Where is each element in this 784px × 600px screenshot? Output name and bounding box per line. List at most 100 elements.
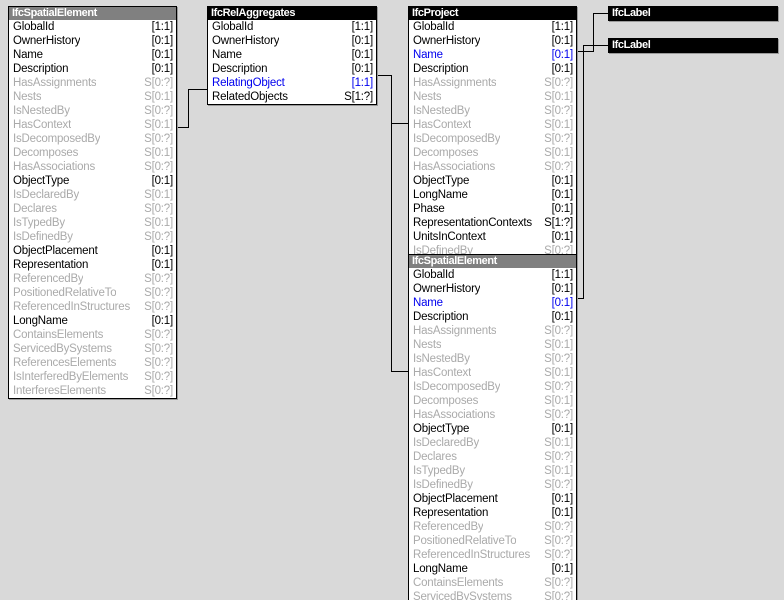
attribute-list-project: GlobalId [1:1] OwnerHistory [0:1] Name [0:1] D… bbox=[409, 20, 576, 272]
attribute-row[interactable]: UnitsInContext [0:1] bbox=[409, 230, 576, 244]
attribute-name: ReferencedBy bbox=[13, 273, 84, 285]
attribute-row[interactable]: ObjectType [0:1] bbox=[409, 174, 576, 188]
attribute-row[interactable]: HasAssociations S[0:?] bbox=[409, 408, 576, 422]
entity-box-project[interactable]: IfcProject GlobalId [1:1] OwnerHistory [0:1… bbox=[408, 6, 577, 273]
attribute-cardinality: S[0:?] bbox=[144, 343, 173, 355]
attribute-row[interactable]: OwnerHistory [0:1] bbox=[208, 34, 376, 48]
attribute-row[interactable]: ServicedBySystems S[0:?] bbox=[9, 342, 176, 356]
entity-box-rel-aggregates[interactable]: IfcRelAggregates GlobalId [1:1] OwnerHisto… bbox=[207, 6, 377, 105]
attribute-row[interactable]: LongName [0:1] bbox=[9, 314, 176, 328]
attribute-row[interactable]: IsNestedBy S[0:?] bbox=[409, 352, 576, 366]
attribute-name: IsDecomposedBy bbox=[413, 381, 501, 393]
attribute-row[interactable]: HasAssociations S[0:?] bbox=[9, 160, 176, 174]
attribute-name: LongName bbox=[13, 315, 68, 327]
attribute-cardinality: [0:1] bbox=[151, 245, 174, 257]
attribute-row[interactable]: HasAssignments S[0:?] bbox=[9, 76, 176, 90]
attribute-row[interactable]: Nests S[0:1] bbox=[409, 90, 576, 104]
attribute-row[interactable]: ReferencedBy S[0:?] bbox=[409, 520, 576, 534]
attribute-row[interactable]: GlobalId [1:1] bbox=[409, 20, 576, 34]
attribute-row[interactable]: IsDefinedBy S[0:?] bbox=[9, 230, 176, 244]
connector-name-project-h bbox=[577, 51, 594, 52]
attribute-row[interactable]: Name [0:1] bbox=[409, 48, 576, 62]
attribute-row[interactable]: ReferencedInStructures S[0:?] bbox=[9, 300, 176, 314]
attribute-name: GlobalId bbox=[212, 21, 254, 33]
attribute-name: HasAssignments bbox=[13, 77, 97, 89]
attribute-row[interactable]: Declares S[0:?] bbox=[409, 450, 576, 464]
attribute-row[interactable]: Nests S[0:1] bbox=[409, 338, 576, 352]
attribute-row[interactable]: IsNestedBy S[0:?] bbox=[9, 104, 176, 118]
attribute-name: Declares bbox=[13, 203, 57, 215]
attribute-row[interactable]: HasAssociations S[0:?] bbox=[409, 160, 576, 174]
attribute-row[interactable]: PositionedRelativeTo S[0:?] bbox=[9, 286, 176, 300]
attribute-row[interactable]: GlobalId [1:1] bbox=[409, 268, 576, 282]
attribute-row[interactable]: GlobalId [1:1] bbox=[9, 20, 176, 34]
attribute-row[interactable]: IsDeclaredBy S[0:1] bbox=[409, 436, 576, 450]
attribute-cardinality: S[0:?] bbox=[544, 451, 573, 463]
attribute-row[interactable]: ObjectType [0:1] bbox=[409, 422, 576, 436]
attribute-row[interactable]: IsTypedBy S[0:1] bbox=[409, 464, 576, 478]
attribute-row[interactable]: HasContext S[0:1] bbox=[409, 118, 576, 132]
entity-box-spatial-element-bottom[interactable]: IfcSpatialElement GlobalId [1:1] OwnerHist… bbox=[408, 254, 577, 600]
attribute-row[interactable]: Name [0:1] bbox=[9, 48, 176, 62]
attribute-row[interactable]: ObjectPlacement [0:1] bbox=[9, 244, 176, 258]
attribute-row[interactable]: Declares S[0:?] bbox=[9, 202, 176, 216]
attribute-row[interactable]: ReferencedBy S[0:?] bbox=[9, 272, 176, 286]
attribute-row[interactable]: ObjectPlacement [0:1] bbox=[409, 492, 576, 506]
attribute-name: ReferencesElements bbox=[13, 357, 117, 369]
attribute-row[interactable]: Phase [0:1] bbox=[409, 202, 576, 216]
attribute-row[interactable]: Representation [0:1] bbox=[9, 258, 176, 272]
attribute-name: ServicedBySystems bbox=[13, 343, 112, 355]
attribute-row[interactable]: ContainsElements S[0:?] bbox=[9, 328, 176, 342]
attribute-row[interactable]: HasAssignments S[0:?] bbox=[409, 76, 576, 90]
attribute-row[interactable]: Description [0:1] bbox=[409, 310, 576, 324]
attribute-row[interactable]: ReferencedInStructures S[0:?] bbox=[409, 548, 576, 562]
attribute-row[interactable]: PositionedRelativeTo S[0:?] bbox=[409, 534, 576, 548]
entity-box-label-bottom[interactable]: IfcLabel bbox=[608, 38, 778, 53]
entity-box-spatial-element-left[interactable]: IfcSpatialElement GlobalId [1:1] OwnerHist… bbox=[8, 6, 177, 399]
attribute-row[interactable]: Description [0:1] bbox=[409, 62, 576, 76]
attribute-cardinality: S[0:?] bbox=[544, 409, 573, 421]
attribute-row[interactable]: Nests S[0:1] bbox=[9, 90, 176, 104]
attribute-row[interactable]: ReferencesElements S[0:?] bbox=[9, 356, 176, 370]
attribute-cardinality: [0:1] bbox=[551, 507, 574, 519]
attribute-row[interactable]: OwnerHistory [0:1] bbox=[409, 282, 576, 296]
attribute-row[interactable]: ServicedBySystems S[0:?] bbox=[409, 590, 576, 600]
attribute-row[interactable]: Description [0:1] bbox=[208, 62, 376, 76]
attribute-row[interactable]: RepresentationContexts S[1:?] bbox=[409, 216, 576, 230]
attribute-cardinality: [0:1] bbox=[551, 297, 574, 309]
attribute-row[interactable]: IsNestedBy S[0:?] bbox=[409, 104, 576, 118]
connector-decomposes-v bbox=[188, 89, 189, 128]
entity-box-label-top[interactable]: IfcLabel bbox=[608, 6, 778, 21]
attribute-cardinality: S[0:1] bbox=[144, 119, 173, 131]
attribute-row[interactable]: Description [0:1] bbox=[9, 62, 176, 76]
attribute-row[interactable]: Representation [0:1] bbox=[409, 506, 576, 520]
attribute-row[interactable]: HasContext S[0:1] bbox=[409, 366, 576, 380]
attribute-row[interactable]: IsInterferedByElements S[0:?] bbox=[9, 370, 176, 384]
attribute-row[interactable]: HasContext S[0:1] bbox=[9, 118, 176, 132]
attribute-row[interactable]: LongName [0:1] bbox=[409, 562, 576, 576]
attribute-row[interactable]: IsTypedBy S[0:1] bbox=[9, 216, 176, 230]
attribute-row[interactable]: OwnerHistory [0:1] bbox=[409, 34, 576, 48]
attribute-row[interactable]: Decomposes S[0:1] bbox=[9, 146, 176, 160]
attribute-row[interactable]: IsDecomposedBy S[0:?] bbox=[9, 132, 176, 146]
attribute-row[interactable]: IsDecomposedBy S[0:?] bbox=[409, 380, 576, 394]
attribute-row[interactable]: LongName [0:1] bbox=[409, 188, 576, 202]
attribute-cardinality: [0:1] bbox=[551, 231, 574, 243]
attribute-row[interactable]: HasAssignments S[0:?] bbox=[409, 324, 576, 338]
attribute-row[interactable]: IsDefinedBy S[0:?] bbox=[409, 478, 576, 492]
attribute-row[interactable]: Name [0:1] bbox=[409, 296, 576, 310]
attribute-row[interactable]: RelatedObjects S[1:?] bbox=[208, 90, 376, 104]
attribute-row[interactable]: IsDecomposedBy S[0:?] bbox=[409, 132, 576, 146]
attribute-row[interactable]: Decomposes S[0:1] bbox=[409, 146, 576, 160]
attribute-row[interactable]: IsDeclaredBy S[0:1] bbox=[9, 188, 176, 202]
attribute-row[interactable]: Name [0:1] bbox=[208, 48, 376, 62]
attribute-row[interactable]: OwnerHistory [0:1] bbox=[9, 34, 176, 48]
attribute-row[interactable]: InterferesElements S[0:?] bbox=[9, 384, 176, 398]
attribute-name: LongName bbox=[413, 563, 468, 575]
attribute-row[interactable]: ContainsElements S[0:?] bbox=[409, 576, 576, 590]
attribute-row[interactable]: GlobalId [1:1] bbox=[208, 20, 376, 34]
attribute-cardinality: S[0:?] bbox=[144, 231, 173, 243]
attribute-row[interactable]: RelatingObject [1:1] bbox=[208, 76, 376, 90]
attribute-row[interactable]: ObjectType [0:1] bbox=[9, 174, 176, 188]
attribute-row[interactable]: Decomposes S[0:1] bbox=[409, 394, 576, 408]
